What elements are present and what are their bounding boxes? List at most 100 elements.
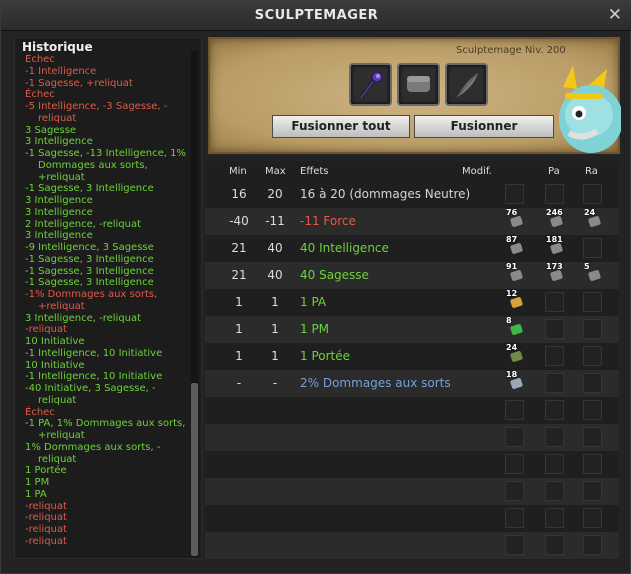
item-slot[interactable] [349, 63, 392, 106]
rune-slot-icon [407, 76, 430, 92]
rune-cell[interactable] [545, 454, 564, 474]
rune-icon[interactable]: 8 [505, 316, 524, 337]
row-min: 1 [235, 295, 243, 309]
history-entry: 3 Intelligence [25, 230, 93, 242]
rune-count: 87 [506, 235, 518, 244]
rune-icon[interactable]: 246 [545, 208, 564, 229]
rune-cell[interactable] [583, 184, 602, 204]
history-entry: -1 Sagesse, -13 Intelligence, 1% [25, 148, 186, 159]
mascot-icon [559, 65, 621, 153]
history-entry: +reliquat [38, 300, 85, 312]
rune-cell[interactable] [545, 481, 564, 501]
row-min: - [236, 376, 242, 390]
rune-icon[interactable]: 12 [505, 289, 524, 310]
rune-shape [509, 377, 524, 390]
rune-cell[interactable] [505, 184, 524, 204]
history-entry: 1 PA [25, 488, 47, 500]
fuse-all-button[interactable]: Fusionner tout [272, 115, 410, 138]
history-entry: +reliquat [38, 171, 85, 183]
rune-shape [587, 269, 602, 282]
sculptemage-level: Sculptemage Niv. 200 [456, 45, 566, 56]
rune-cell[interactable] [583, 400, 602, 420]
rune-cell[interactable] [583, 292, 602, 312]
rune-cell[interactable] [545, 319, 564, 339]
rune-shape [549, 269, 564, 282]
rune-count: 76 [506, 208, 518, 217]
effect-row: 1 1 1 Portée 24 [205, 343, 619, 370]
effects-table-header: Min Max Effets Modif. Pa Ra [205, 164, 619, 180]
rune-icon[interactable]: 87 [505, 235, 524, 256]
rune-cell[interactable] [583, 238, 602, 258]
header-ra: Ra [585, 166, 598, 177]
rune-cell[interactable] [583, 346, 602, 366]
history-entry: -reliquat [25, 324, 67, 336]
rune-cell[interactable] [505, 481, 524, 501]
rune-cell[interactable] [545, 535, 564, 555]
rune-cell[interactable] [583, 454, 602, 474]
title-bar[interactable]: SCULPTEMAGER ✕ [1, 1, 631, 31]
rune-shape [509, 350, 524, 363]
rune-icon[interactable]: 91 [505, 262, 524, 283]
rune-cell[interactable] [583, 481, 602, 501]
row-effect: 16 à 20 (dommages Neutre) [300, 187, 471, 201]
rune-cell[interactable] [583, 535, 602, 555]
history-entry: reliquat [38, 394, 77, 406]
history-entry: -40 Initiative, 3 Sagesse, - [25, 383, 156, 394]
header-effects: Effets [300, 166, 329, 177]
close-icon[interactable]: ✕ [608, 5, 622, 25]
rune-cell[interactable] [545, 292, 564, 312]
rune-cell[interactable] [505, 454, 524, 474]
rune-cell[interactable] [505, 427, 524, 447]
fuse-button[interactable]: Fusionner [414, 115, 554, 138]
rune-cell[interactable] [545, 184, 564, 204]
rune-shape [509, 269, 524, 282]
history-entry: 3 Intelligence [25, 206, 93, 218]
effect-row: 21 40 40 Sagesse 91 173 5 [205, 262, 619, 289]
effect-row: 16 20 16 à 20 (dommages Neutre) [205, 181, 619, 208]
rune-cell[interactable] [505, 400, 524, 420]
potion-slot[interactable] [445, 63, 488, 106]
rune-icon[interactable]: 173 [545, 262, 564, 283]
effect-row [205, 478, 619, 505]
rune-icon[interactable]: 18 [505, 370, 524, 391]
row-effect: 2% Dommages aux sorts [300, 376, 451, 390]
header-modif: Modif. [462, 166, 492, 177]
rune-cell[interactable] [545, 427, 564, 447]
row-max: 40 [267, 268, 283, 282]
history-entry: -reliquat [25, 524, 67, 535]
row-effect: 40 Sagesse [300, 268, 369, 282]
row-min: -40 [229, 214, 249, 228]
rune-cell[interactable] [583, 427, 602, 447]
rune-cell[interactable] [505, 535, 524, 555]
rune-cell[interactable] [583, 373, 602, 393]
history-scrollbar-thumb[interactable] [191, 383, 198, 556]
history-entry: -1 Sagesse, +reliquat [25, 77, 133, 89]
rune-cell[interactable] [545, 508, 564, 528]
rune-icon[interactable]: 24 [505, 343, 524, 364]
rune-cell[interactable] [583, 508, 602, 528]
effect-row [205, 532, 619, 559]
history-entry: reliquat [38, 112, 77, 124]
rune-cell[interactable] [583, 319, 602, 339]
row-max: 1 [271, 349, 279, 363]
rune-slot[interactable] [397, 63, 440, 106]
history-entry: -1 Sagesse, 3 Intelligence [25, 265, 154, 277]
history-entry: -reliquat [25, 500, 67, 512]
rune-count: 173 [546, 262, 563, 271]
rune-cell[interactable] [505, 508, 524, 528]
history-entry: 3 Intelligence [25, 195, 93, 206]
rune-cell[interactable] [545, 400, 564, 420]
rune-cell[interactable] [545, 346, 564, 366]
rune-icon[interactable]: 24 [583, 208, 602, 229]
rune-icon[interactable]: 181 [545, 235, 564, 256]
rune-icon[interactable]: 5 [583, 262, 602, 283]
row-min: 1 [235, 349, 243, 363]
row-min: 21 [231, 268, 247, 282]
history-entry: -1 Sagesse, 3 Intelligence [25, 253, 154, 265]
history-entry: -1 PA, 1% Dommages aux sorts, [25, 418, 186, 430]
rune-shape [509, 215, 524, 228]
effect-row [205, 505, 619, 532]
rune-cell[interactable] [545, 373, 564, 393]
rune-icon[interactable]: 76 [505, 208, 524, 229]
effect-row [205, 451, 619, 478]
